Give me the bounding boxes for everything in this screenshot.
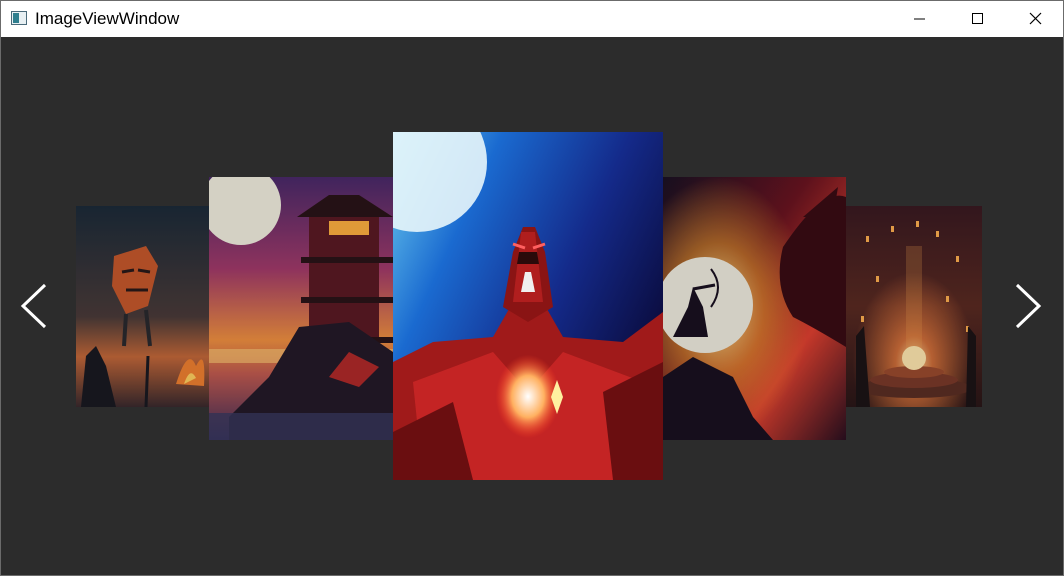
maximize-icon bbox=[972, 13, 983, 24]
carousel-image-1[interactable] bbox=[76, 206, 209, 407]
carousel-image-4[interactable] bbox=[663, 177, 846, 440]
minimize-button[interactable] bbox=[891, 1, 949, 37]
title-bar[interactable]: ImageViewWindow bbox=[1, 1, 1063, 37]
carousel-image-2[interactable] bbox=[209, 177, 393, 440]
close-icon bbox=[1029, 12, 1042, 25]
minimize-icon bbox=[914, 18, 925, 20]
maximize-button[interactable] bbox=[949, 1, 1007, 37]
chevron-left-icon[interactable] bbox=[17, 282, 51, 330]
carousel-area bbox=[1, 37, 1063, 575]
close-button[interactable] bbox=[1007, 1, 1063, 37]
carousel-image-5[interactable] bbox=[846, 206, 982, 407]
image-view-window: ImageViewWindow bbox=[0, 0, 1064, 576]
app-icon bbox=[11, 11, 27, 25]
carousel-image-3[interactable] bbox=[393, 132, 663, 480]
chevron-right-icon[interactable] bbox=[1011, 282, 1045, 330]
window-title: ImageViewWindow bbox=[35, 9, 180, 28]
